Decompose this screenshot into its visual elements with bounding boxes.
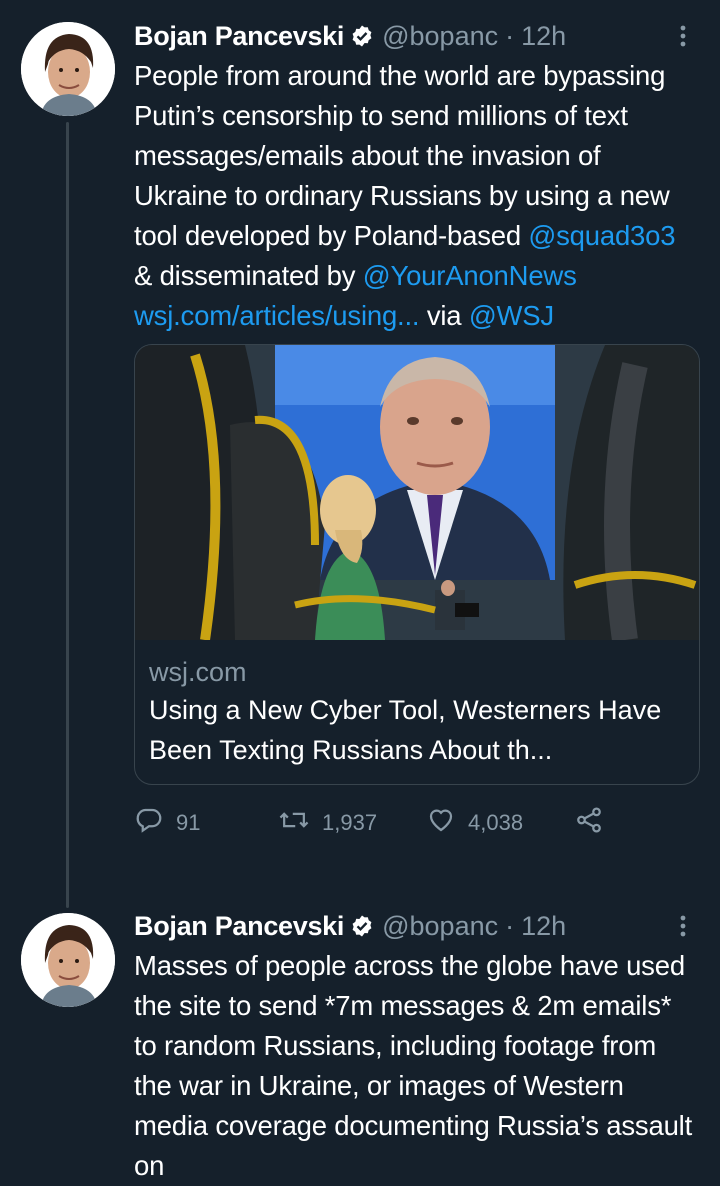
tweet-text: People from around the world are bypassi… xyxy=(134,56,698,336)
like-icon xyxy=(426,805,468,841)
card-domain: wsj.com xyxy=(149,657,247,687)
avatar[interactable] xyxy=(21,22,115,116)
retweet-icon xyxy=(278,805,322,841)
share-icon xyxy=(574,805,616,841)
tweet-header: Bojan Pancevski @bopanc · 12h xyxy=(134,908,698,944)
retweet-count: 1,937 xyxy=(322,810,378,835)
retweet-button[interactable]: 1,937 xyxy=(278,805,426,841)
author-handle[interactable]: @bopanc xyxy=(382,21,498,52)
avatar[interactable] xyxy=(21,913,115,1007)
verified-badge-icon xyxy=(350,24,374,48)
reply-button[interactable]: 91 xyxy=(134,805,278,841)
more-options-icon[interactable] xyxy=(668,20,698,52)
timestamp[interactable]: 12h xyxy=(521,21,566,52)
timestamp[interactable]: 12h xyxy=(521,911,566,942)
verified-badge-icon xyxy=(350,914,374,938)
tweet-text-part: via xyxy=(419,300,469,331)
more-options-icon[interactable] xyxy=(668,910,698,942)
mention-link[interactable]: @squad3o3 xyxy=(528,220,675,251)
link-preview-card[interactable]: wsj.com Using a New Cyber Tool, Westerne… xyxy=(134,344,700,785)
reply-count: 91 xyxy=(176,810,201,835)
tweet-header: Bojan Pancevski @bopanc · 12h xyxy=(134,18,698,54)
separator: · xyxy=(505,20,515,51)
tweet-text: Masses of people across the globe have u… xyxy=(134,950,693,1181)
avatar-image xyxy=(21,22,115,116)
share-button[interactable] xyxy=(574,805,616,841)
author-handle[interactable]: @bopanc xyxy=(382,911,498,942)
reply-icon xyxy=(134,805,176,841)
separator: · xyxy=(505,910,515,941)
tweet-text-part: & disseminated by xyxy=(134,260,363,291)
card-title: Using a New Cyber Tool, Westerners Have … xyxy=(149,695,662,765)
article-link[interactable]: wsj.com/articles/using... xyxy=(134,300,420,331)
like-button[interactable]: 4,038 xyxy=(426,805,574,841)
card-image xyxy=(135,345,699,640)
avatar-image xyxy=(21,913,115,1007)
mention-link[interactable]: @YourAnonNews xyxy=(363,260,577,291)
author-name[interactable]: Bojan Pancevski xyxy=(134,911,344,942)
like-count: 4,038 xyxy=(468,810,524,835)
author-name[interactable]: Bojan Pancevski xyxy=(134,21,344,52)
tweet-actions: 91 1,937 4,038 xyxy=(134,807,698,839)
thread-connector-line xyxy=(66,122,69,908)
mention-link[interactable]: @WSJ xyxy=(469,300,554,331)
